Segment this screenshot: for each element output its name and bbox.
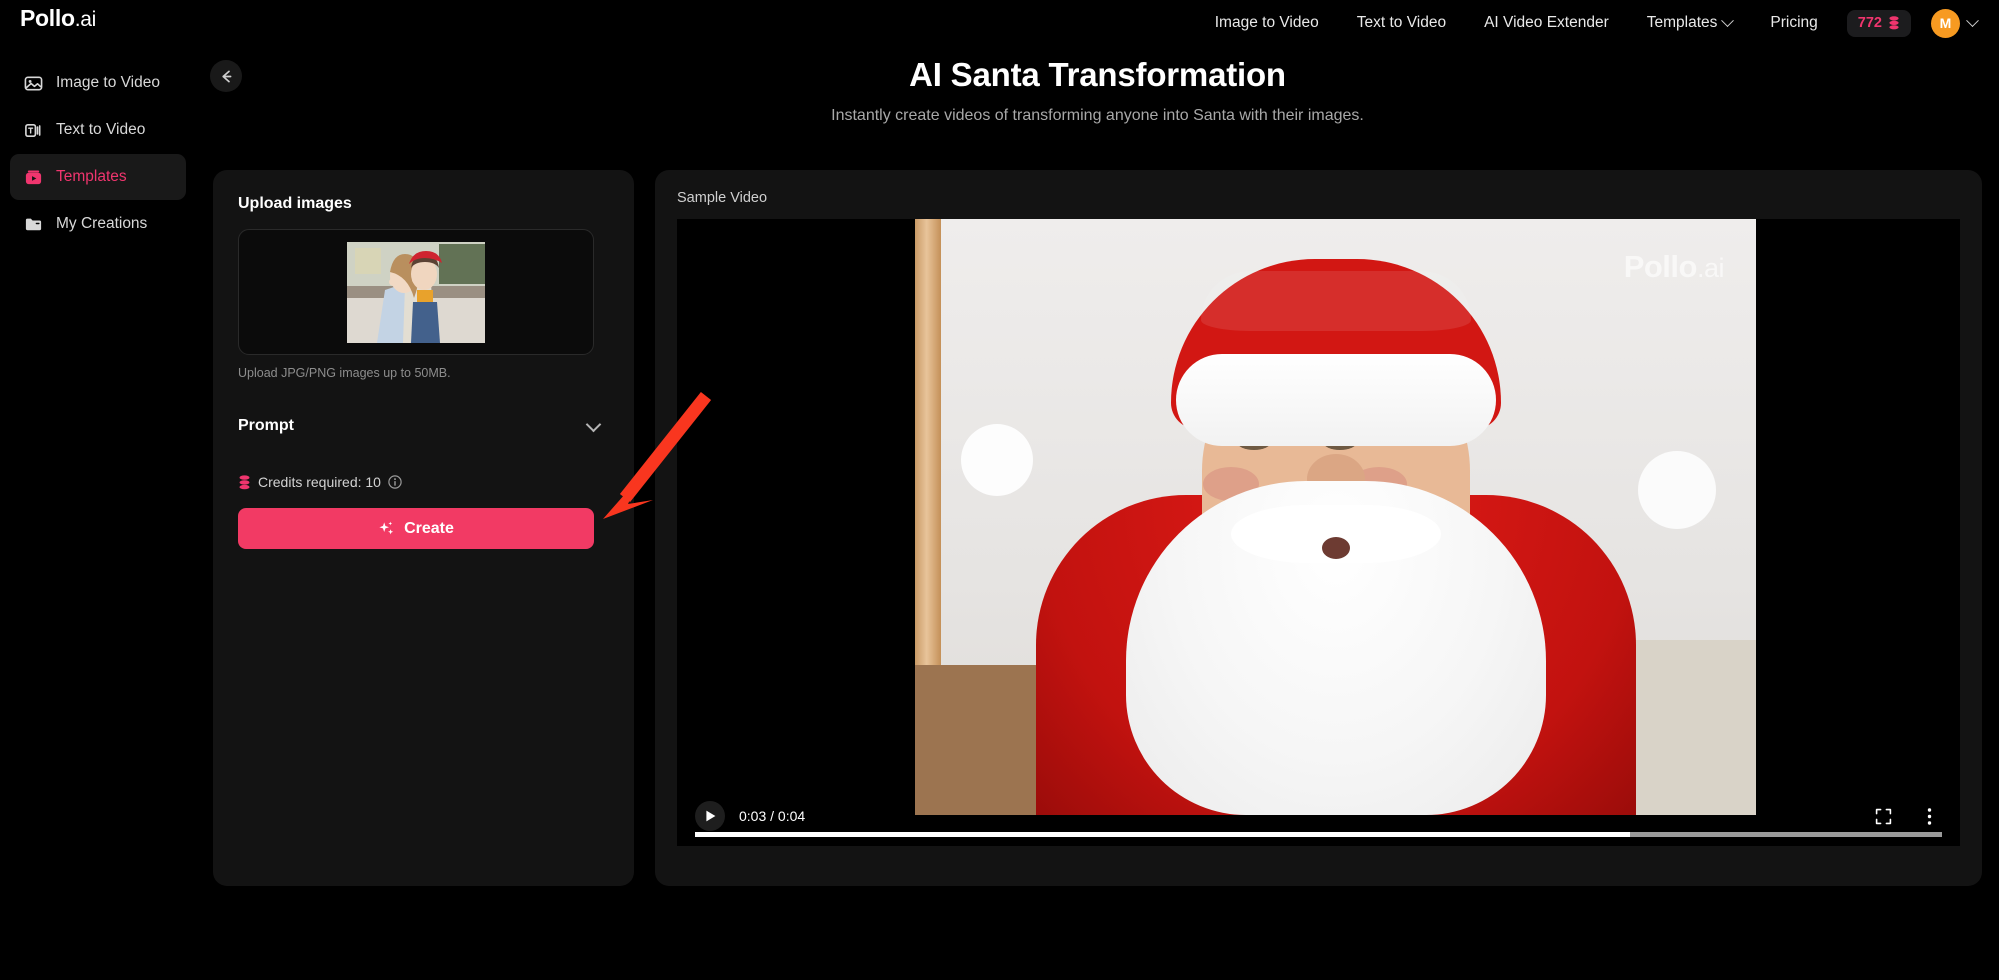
nav-label: Pricing <box>1770 14 1818 31</box>
header-nav: Image to Video Text to Video AI Video Ex… <box>1196 0 1989 46</box>
santa-hat-pompom-right <box>1638 451 1716 529</box>
avatar: M <box>1931 8 1960 38</box>
sample-video-panel: Sample Video Pollo.ai 0:03 / 0:04 <box>655 170 1982 886</box>
app-logo[interactable]: Pollo.ai <box>20 5 96 32</box>
avatar-initial: M <box>1939 15 1952 31</box>
coin-icon <box>1889 16 1899 30</box>
prompt-label: Prompt <box>238 417 294 434</box>
sidebar-item-my-creations[interactable]: My Creations <box>10 201 186 247</box>
video-doorframe <box>915 219 941 679</box>
uploaded-image-thumbnail[interactable] <box>347 241 485 343</box>
video-progress-fill <box>695 832 1631 837</box>
santa-hat-pompom-left <box>961 424 1033 496</box>
upload-hint: Upload JPG/PNG images up to 50MB. <box>238 366 451 380</box>
credits-badge[interactable]: 772 <box>1846 9 1911 37</box>
credits-required-row: Credits required: 10 <box>238 474 609 490</box>
folder-icon <box>25 218 42 230</box>
chevron-down-icon <box>585 416 602 432</box>
santa-mouth <box>1321 537 1350 559</box>
chevron-down-icon <box>1721 13 1735 27</box>
create-button-label: Create <box>404 519 454 537</box>
nav-item-text-to-video[interactable]: Text to Video <box>1338 0 1465 46</box>
create-button[interactable]: Create <box>238 508 594 549</box>
account-menu[interactable]: M <box>1931 8 1979 38</box>
santa-hat-highlight <box>1200 271 1471 331</box>
nav-label: Text to Video <box>1356 14 1447 31</box>
nav-item-ai-video-extender[interactable]: AI Video Extender <box>1465 0 1628 46</box>
nav-item-templates[interactable]: Templates <box>1628 0 1752 46</box>
image-upload-dropzone[interactable] <box>238 229 594 355</box>
video-player[interactable]: Pollo.ai 0:03 / 0:04 <box>677 219 1960 846</box>
fullscreen-button[interactable] <box>1870 803 1896 829</box>
watermark-suffix: .ai <box>1696 253 1725 283</box>
sidebar-item-label: Templates <box>56 168 127 185</box>
image-to-video-icon <box>24 76 43 90</box>
page-subtitle: Instantly create videos of transforming … <box>831 107 1364 124</box>
sample-video-label: Sample Video <box>677 190 768 206</box>
play-button[interactable] <box>695 801 725 831</box>
video-watermark: Pollo.ai <box>1623 249 1725 285</box>
sidebar-item-label: Image to Video <box>56 74 160 91</box>
watermark-name: Pollo <box>1623 249 1698 284</box>
app-header: Pollo.ai Image to Video Text to Video AI… <box>0 0 1999 46</box>
nav-item-pricing[interactable]: Pricing <box>1751 0 1836 46</box>
sidebar-item-label: Text to Video <box>56 121 146 138</box>
info-icon[interactable] <box>388 475 402 489</box>
coin-icon <box>239 474 250 489</box>
page-title: AI Santa Transformation <box>909 56 1286 93</box>
sparkle-icon <box>379 521 394 535</box>
credits-required-text: Credits required: 10 <box>258 474 381 490</box>
fullscreen-icon <box>1875 808 1891 824</box>
logo-name: Pollo <box>20 5 75 31</box>
video-frame: Pollo.ai <box>915 219 1756 815</box>
more-vertical-icon <box>1927 807 1931 825</box>
templates-icon <box>25 169 42 184</box>
nav-item-image-to-video[interactable]: Image to Video <box>1196 0 1338 46</box>
video-controls: 0:03 / 0:04 <box>677 786 1960 846</box>
nav-label: Templates <box>1646 14 1718 31</box>
credits-value: 772 <box>1857 15 1882 31</box>
sidebar-item-text-to-video[interactable]: Text to Video <box>10 107 186 153</box>
video-time-display: 0:03 / 0:04 <box>739 808 806 824</box>
page-header: AI Santa Transformation Instantly create… <box>196 56 1999 125</box>
sidebar: Image to Video Text to Video Templates M… <box>0 46 196 980</box>
santa-hat-fur <box>1175 354 1496 446</box>
more-options-button[interactable] <box>1916 803 1942 829</box>
upload-section-title: Upload images <box>238 195 352 212</box>
video-progress-track[interactable] <box>695 832 1942 837</box>
chevron-down-icon <box>1966 13 1979 27</box>
settings-panel: Upload images Upload JPG/PNG images up t… <box>213 170 634 886</box>
prompt-accordion[interactable]: Prompt <box>238 404 609 448</box>
sidebar-item-label: My Creations <box>56 215 148 232</box>
sidebar-item-image-to-video[interactable]: Image to Video <box>10 60 186 106</box>
sidebar-item-templates[interactable]: Templates <box>10 154 186 200</box>
nav-label: AI Video Extender <box>1484 14 1609 31</box>
logo-suffix: .ai <box>74 8 97 31</box>
text-to-video-icon <box>25 123 41 137</box>
play-icon <box>705 810 715 822</box>
nav-label: Image to Video <box>1214 14 1319 31</box>
thumbnail-image <box>347 241 485 343</box>
